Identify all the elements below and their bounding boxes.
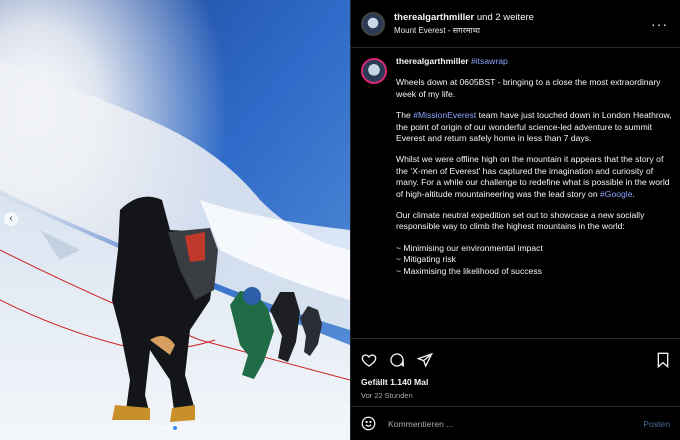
caption-username[interactable]: therealgarthmiller: [396, 56, 469, 66]
header-location[interactable]: Mount Everest - सगरमाथा: [394, 24, 651, 37]
carousel-dot: [180, 426, 184, 430]
comment-input[interactable]: [386, 417, 644, 430]
comment-icon[interactable]: [389, 352, 405, 368]
post-timestamp[interactable]: Vor 22 Stunden: [361, 391, 670, 400]
caption-paragraph-4: Our climate neutral expedition set out t…: [396, 210, 645, 232]
carousel-dot: [159, 426, 163, 430]
header-collaborators[interactable]: und 2 weitere: [477, 12, 534, 23]
hashtag-link[interactable]: #MissionEverest: [413, 110, 476, 120]
caption-list: ~ Minimising our environmental impact ~ …: [396, 243, 672, 277]
likes-count[interactable]: Gefällt 1.140 Mal: [361, 377, 670, 387]
more-horizontal-icon[interactable]: ···: [651, 16, 668, 32]
list-item: ~ Maximising the likelihood of success: [396, 265, 542, 276]
bookmark-icon[interactable]: [656, 352, 670, 368]
post-photo[interactable]: ‹: [0, 0, 350, 440]
post-header: therealgarthmiller und 2 weitere Mount E…: [351, 0, 680, 48]
hashtag-link[interactable]: #Google: [600, 189, 633, 199]
carousel-dots: [0, 426, 350, 430]
carousel-dot: [166, 426, 170, 430]
caption-paragraph-2: The #MissionEverest team have just touch…: [396, 110, 672, 144]
emoji-icon[interactable]: [361, 416, 376, 431]
caption-text: .: [632, 188, 635, 199]
hashtag-link[interactable]: #itsawrap: [471, 56, 508, 66]
list-item: ~ Minimising our environmental impact: [396, 242, 543, 253]
comment-bar: Posten: [351, 406, 680, 440]
share-icon[interactable]: [417, 352, 433, 368]
list-item: ~ Mitigating risk: [396, 254, 456, 265]
heart-icon[interactable]: [361, 352, 377, 368]
caption-paragraph-1: Wheels down at 0605BST - bringing to a c…: [396, 77, 661, 99]
caption-paragraph-3: Whilst we were offline high on the mount…: [396, 154, 672, 200]
everest-climbers-image: [0, 0, 350, 440]
avatar[interactable]: [361, 11, 385, 36]
caption: therealgarthmiller #itsawrap Wheels down…: [361, 56, 672, 277]
post-comment-button[interactable]: Posten: [643, 419, 670, 429]
carousel-dot: [187, 426, 191, 430]
carousel-dot: [173, 426, 177, 430]
caption-avatar[interactable]: [361, 58, 387, 84]
header-username[interactable]: therealgarthmiller: [394, 12, 474, 23]
carousel-prev-button[interactable]: ‹: [4, 212, 18, 226]
